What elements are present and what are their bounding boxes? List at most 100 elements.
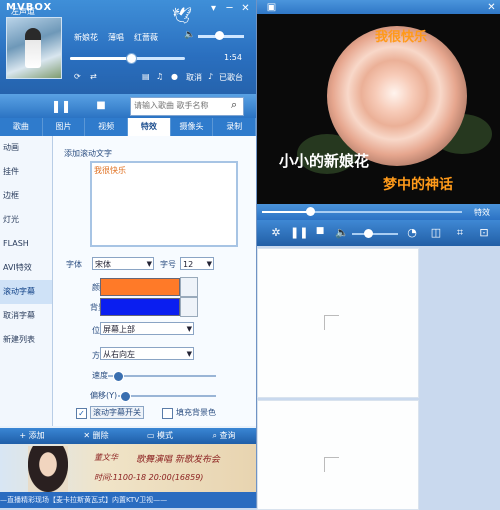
position-value: 屏幕上部 <box>103 325 135 334</box>
position-select[interactable]: 屏幕上部 ▼ <box>100 322 194 335</box>
add-text-label: 添加滚动文字 <box>64 149 112 158</box>
text-color-swatch[interactable] <box>100 278 180 296</box>
scrolling-text-input[interactable]: 我很快乐 <box>90 161 238 247</box>
sidebar-item-avi-effects[interactable]: AVI特效 <box>0 256 52 280</box>
ad-line-1: 董文华 <box>94 453 118 462</box>
ad-portrait <box>28 446 68 492</box>
lyric-next: 梦中的神话 <box>383 177 453 193</box>
audio-channel-button[interactable]: 左声道 <box>3 4 43 20</box>
sidebar-item-animation[interactable]: 动画 <box>0 136 52 160</box>
repeat-icon[interactable]: ⟳ <box>74 72 81 81</box>
query-button[interactable]: ⌕ 查询 <box>192 428 256 444</box>
chevron-down-icon: ▼ <box>186 350 192 358</box>
bird-logo-icon: 🕊 <box>172 6 193 25</box>
search-icon[interactable]: ⌕ <box>231 98 237 112</box>
sidebar-item-border[interactable]: 边框 <box>0 184 52 208</box>
bg-color-picker-button[interactable] <box>180 297 198 317</box>
lyric-current: 小小的新娘花 <box>279 152 370 170</box>
playlist-icon[interactable]: ▤ <box>142 72 150 81</box>
tab-camera[interactable]: 摄像头 <box>171 118 214 136</box>
stop-icon[interactable]: ■ <box>90 97 112 115</box>
bg-color-swatch[interactable] <box>100 298 180 316</box>
sidebar-item-new-list[interactable]: 新建列表 <box>0 328 52 352</box>
video-volume-icon[interactable]: 🔈 <box>334 226 350 239</box>
volume-knob[interactable] <box>214 31 224 40</box>
speed-slider-knob[interactable] <box>112 371 124 382</box>
delete-button[interactable]: ✕ 删除 <box>64 428 128 444</box>
song-title-2[interactable]: 薄唱 <box>108 32 124 43</box>
speed-slider[interactable] <box>108 375 216 377</box>
offset-label: 偏移(Y) <box>90 391 118 400</box>
video-stop-icon[interactable]: ■ <box>312 226 328 236</box>
minimize-button[interactable]: ─ <box>224 3 235 14</box>
sidebar-item-lights[interactable]: 灯光 <box>0 208 52 232</box>
add-button[interactable]: + 添加 <box>0 428 64 444</box>
font-value: 宋体 <box>95 260 111 269</box>
elapsed-time: 1:54 <box>224 53 242 62</box>
size-label: 字号 <box>160 260 176 269</box>
size-select[interactable]: 12 ▼ <box>180 257 214 270</box>
search-input[interactable] <box>131 98 233 113</box>
offset-slider[interactable] <box>118 395 216 397</box>
snapshot-icon[interactable]: ◫ <box>428 226 444 239</box>
sidebar-item-widget[interactable]: 挂件 <box>0 160 52 184</box>
scrolling-text-toggle-label[interactable]: 滚动字幕开关 <box>90 406 144 419</box>
karaoke-link[interactable]: 已歌台 <box>219 72 243 83</box>
chevron-down-icon: ▼ <box>206 260 212 268</box>
pause-icon[interactable]: ❚❚ <box>50 97 72 115</box>
fill-background-checkbox[interactable] <box>162 408 173 419</box>
sidebar-item-cancel-text[interactable]: 取消字幕 <box>0 304 52 328</box>
pin-icon[interactable]: ▣ <box>266 2 277 13</box>
tab-pictures[interactable]: 图片 <box>43 118 86 136</box>
ad-line-2: 歌舞演唱 新歌发布会 <box>136 455 220 465</box>
video-close-button[interactable]: ✕ <box>486 2 497 13</box>
tab-songs[interactable]: 歌曲 <box>0 118 43 136</box>
tab-effects[interactable]: 特效 <box>128 118 171 136</box>
fill-background-label: 填充背景色 <box>176 408 216 417</box>
font-label: 字体 <box>66 260 82 269</box>
preview-thumbnail-1[interactable] <box>257 248 419 398</box>
mode-button[interactable]: ▭ 模式 <box>128 428 192 444</box>
sidebar-item-scrolling-text[interactable]: 滚动字幕 <box>0 280 52 304</box>
font-select[interactable]: 宋体 ▼ <box>92 257 154 270</box>
effects-link[interactable]: 特效 <box>474 207 490 218</box>
tab-bar: 歌曲 图片 视频 特效 摄像头 录制 <box>0 118 257 136</box>
album-art <box>6 17 62 79</box>
karaoke-icon[interactable]: ♪ <box>208 72 213 81</box>
direction-select[interactable]: 从右向左 ▼ <box>100 347 194 360</box>
fullscreen-icon[interactable]: ⊡ <box>476 226 492 239</box>
mic-icon[interactable]: ● <box>171 72 178 81</box>
progress-fill <box>70 57 130 60</box>
rose-image <box>327 26 467 166</box>
video-display[interactable]: 我很快乐 小小的新娘花 梦中的神话 <box>257 14 500 204</box>
video-seek-knob[interactable] <box>306 207 315 216</box>
sidebar-item-flash[interactable]: FLASH <box>0 232 52 256</box>
dropdown-menu-icon[interactable]: ▾ <box>208 3 219 14</box>
ad-line-3: 时间:1100-18 20:00(16859) <box>94 473 204 482</box>
crop-icon[interactable]: ⌗ <box>452 226 468 240</box>
cancel-link[interactable]: 取消 <box>186 72 202 83</box>
playlist-toolbar: + 添加 ✕ 删除 ▭ 模式 ⌕ 查询 <box>0 428 256 444</box>
song-title-1[interactable]: 新娘花 <box>74 32 98 43</box>
effects-sidebar: 动画 挂件 边框 灯光 FLASH AVI特效 滚动字幕 取消字幕 新建列表 <box>0 136 53 426</box>
direction-value: 从右向左 <box>103 350 135 359</box>
rewind-icon[interactable]: ◔ <box>404 226 420 239</box>
lyric-top: 我很快乐 <box>375 30 428 45</box>
shuffle-icon[interactable]: ⇄ <box>90 72 97 81</box>
settings-gear-icon[interactable]: ✲ <box>268 226 284 239</box>
song-title-3[interactable]: 红蔷薇 <box>134 32 158 43</box>
tab-video[interactable]: 视频 <box>85 118 129 136</box>
close-button[interactable]: ✕ <box>240 3 251 14</box>
news-ticker[interactable]: —直播精彩现场【麦卡拉斯黄瓦式】内置KTV卫视—— <box>0 492 256 508</box>
tab-record[interactable]: 录制 <box>213 118 257 136</box>
preview-thumbnail-2[interactable] <box>257 400 419 510</box>
volume-icon[interactable]: 🔈 <box>184 30 195 40</box>
video-pause-icon[interactable]: ❚❚ <box>290 226 308 239</box>
lyrics-icon[interactable]: ♫ <box>156 72 163 81</box>
progress-knob[interactable] <box>125 53 137 64</box>
crop-corner <box>324 315 339 330</box>
offset-slider-knob[interactable] <box>119 391 131 402</box>
scrolling-text-toggle-checkbox[interactable]: ✓ <box>76 408 87 419</box>
video-volume-slider[interactable] <box>352 233 398 235</box>
text-color-picker-button[interactable] <box>180 277 198 297</box>
